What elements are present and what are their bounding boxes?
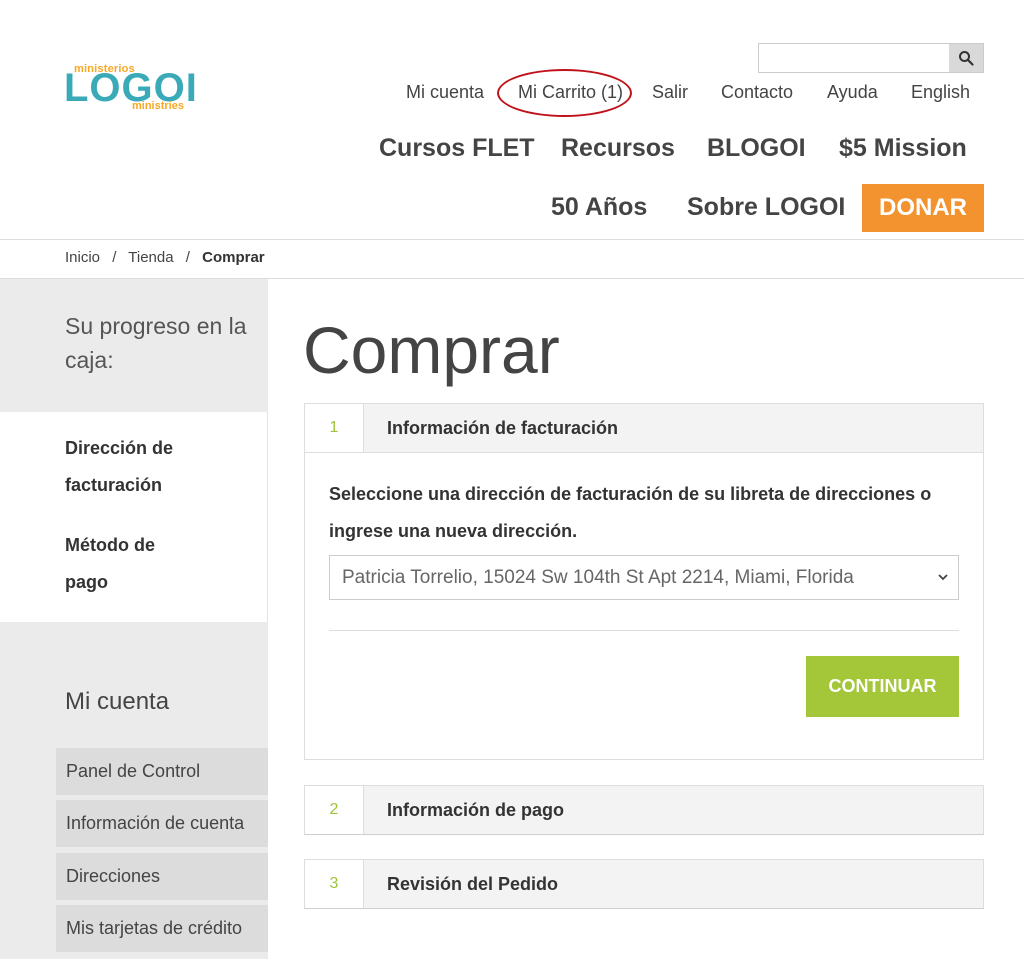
billing-section-header[interactable]: 1 Información de facturación [305,404,983,453]
account-link-label: Información de cuenta [66,813,245,833]
nav-contacto[interactable]: Contacto [721,82,793,103]
nav-5-mission[interactable]: $5 Mission [839,134,967,163]
breadcrumb-separator: / [112,249,117,266]
account-link-label: Direcciones [66,866,161,886]
chevron-down-icon [938,574,948,581]
account-link-info[interactable]: Información de cuenta [56,800,268,847]
billing-section: 1 Información de facturación Seleccione … [304,403,984,760]
nav-english[interactable]: English [911,82,970,103]
section-label: Información de pago [387,800,565,820]
section-number: 3 [305,860,364,908]
breadcrumb-store[interactable]: Tienda [128,249,173,266]
account-link-label: Panel de Control [66,761,201,781]
section-number: 2 [305,786,364,834]
breadcrumb-separator: / [185,249,190,266]
breadcrumb-home[interactable]: Inicio [65,249,100,266]
cart-highlight-circle [497,69,632,117]
account-title: Mi cuenta [65,688,170,715]
checkout-progress-steps: Dirección de facturación Método de pago [0,412,268,622]
page-title: Comprar [303,313,560,387]
continue-button[interactable]: CONTINUAR [806,656,959,717]
header-divider [0,239,1024,240]
nav-cursos-flet[interactable]: Cursos FLET [379,134,535,163]
order-review-section-header[interactable]: 3 Revisión del Pedido [305,860,983,908]
order-review-section[interactable]: 3 Revisión del Pedido [304,859,984,909]
progress-step-payment: Método de pago [65,535,155,592]
nav-recursos[interactable]: Recursos [561,134,675,163]
account-link-addresses[interactable]: Direcciones [56,853,268,900]
account-link-credit-cards[interactable]: Mis tarjetas de crédito [56,905,268,952]
section-label: Revisión del Pedido [387,874,559,894]
nav-ayuda[interactable]: Ayuda [827,82,878,103]
section-number: 1 [305,404,364,452]
breadcrumb-current: Comprar [202,249,265,266]
billing-address-select[interactable]: Patricia Torrelio, 15024 Sw 104th St Apt… [329,555,959,600]
nav-salir[interactable]: Salir [652,82,688,103]
donate-button[interactable]: DONAR [862,184,984,232]
search-box [758,43,984,73]
payment-section[interactable]: 2 Información de pago [304,785,984,835]
progress-step-billing: Dirección de facturación [65,438,174,495]
nav-mi-cuenta[interactable]: Mi cuenta [406,82,484,103]
progress-title: Su progreso en la caja: [65,313,247,373]
nav-blogoi[interactable]: BLOGOI [707,134,806,163]
checkout-progress-header: Su progreso en la caja: [0,279,268,412]
section-divider [329,630,959,631]
nav-50-anos[interactable]: 50 Años [551,193,647,222]
account-sidebar: Mi cuenta Panel de Control Información d… [0,622,268,959]
breadcrumb: Inicio / Tienda / Comprar [65,249,265,266]
search-button[interactable] [949,44,983,72]
account-link-label: Mis tarjetas de crédito [66,918,243,938]
billing-instructions: Seleccione una dirección de facturación … [329,484,932,541]
search-input[interactable] [759,44,949,72]
account-link-panel[interactable]: Panel de Control [56,748,268,795]
selected-address: Patricia Torrelio, 15024 Sw 104th St Apt… [342,566,854,588]
section-label: Información de facturación [387,418,619,438]
nav-sobre-logoi[interactable]: Sobre LOGOI [687,193,845,222]
search-icon [959,51,974,66]
payment-section-header[interactable]: 2 Información de pago [305,786,983,834]
